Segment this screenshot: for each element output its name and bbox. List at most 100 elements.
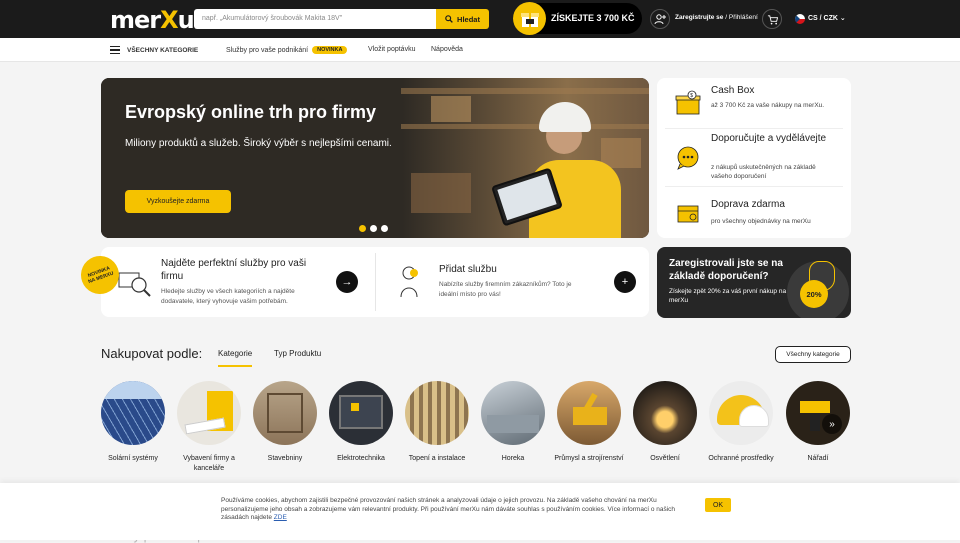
benefit-referral[interactable]: Doporučujte a vydělávejte z nákupů uskut… (665, 129, 843, 187)
category-label: Ochranné prostředky (708, 455, 774, 462)
card-divider (375, 253, 376, 311)
merxu-logo[interactable]: merXu (110, 6, 195, 34)
shop-by-title: Nakupovat podle: (101, 346, 203, 361)
referral-promo[interactable]: Zaregistrovali jste se na základě doporu… (657, 247, 851, 318)
card-title: Přidat službu (439, 264, 497, 275)
cookie-policy-link[interactable]: ZDE (274, 514, 287, 521)
add-user-icon[interactable] (650, 9, 670, 29)
category-label: Topení a instalace (408, 455, 466, 462)
promo-text: Získejte zpět 20% za váš první nákup na … (669, 288, 787, 304)
carousel-dots (359, 225, 388, 232)
new-badge: NOVINKA (312, 46, 348, 54)
category-heating[interactable]: Topení a instalace (405, 381, 469, 464)
benefit-title: Doprava zdarma (711, 199, 785, 210)
category-image (709, 381, 773, 445)
category-image (101, 381, 165, 445)
benefit-text: z nákupů uskutečněných na základě vašeho… (711, 164, 816, 180)
search-button-label: Hledat (457, 14, 480, 24)
benefit-title: Cash Box (711, 85, 755, 96)
category-building[interactable]: Stavebniny (253, 381, 317, 464)
benefit-text: až 3 700 Kč za vaše nákupy na merXu. (711, 102, 825, 109)
try-free-button[interactable]: Vyzkoušejte zdarma (125, 190, 231, 213)
search-icon (445, 15, 453, 23)
chevron-right-icon[interactable]: » (822, 414, 842, 434)
search-input[interactable]: např. „Akumulátorový šroubovák Makita 18… (194, 9, 436, 29)
discount-badge: 20% (800, 280, 828, 308)
promo-title: Zaregistrovali jste se na základě doporu… (669, 258, 783, 282)
chevron-down-icon: ⌄ (839, 15, 846, 22)
plus-icon[interactable]: + (614, 271, 636, 293)
language-currency-label: CS / CZK (808, 15, 838, 22)
cashbox-icon: $ (675, 90, 701, 115)
tab-product-type[interactable]: Typ Produktu (274, 349, 321, 358)
benefit-text: pro všechny objednávky na merXu (711, 218, 811, 225)
carousel-dot-2[interactable] (370, 225, 377, 232)
login-link[interactable]: Přihlášení (729, 14, 758, 21)
category-label: Osvětlení (650, 455, 680, 462)
cookie-text: Používáme cookies, abychom zajistili bez… (221, 497, 686, 523)
category-image (481, 381, 545, 445)
category-electro[interactable]: Elektrotechnika (329, 381, 393, 464)
carousel-dot-1[interactable] (359, 225, 366, 232)
category-image (329, 381, 393, 445)
category-image (253, 381, 317, 445)
hero-subtitle: Miliony produktů a služeb. Široký výběr … (125, 138, 392, 149)
category-image (177, 381, 241, 445)
category-image (786, 381, 850, 445)
benefit-cashbox[interactable]: $ Cash Box až 3 700 Kč za vaše nákupy na… (665, 78, 843, 129)
nav-inquiry[interactable]: Vložit poptávku (368, 46, 415, 53)
category-label: Stavebniny (267, 455, 303, 462)
category-industry[interactable]: Průmysl a strojírenství (554, 381, 624, 464)
cart-icon[interactable] (762, 9, 782, 29)
arrow-right-icon[interactable]: → (336, 271, 358, 293)
cookie-message: Používáme cookies, abychom zajistili bez… (221, 497, 676, 521)
czech-flag-icon[interactable] (795, 14, 805, 24)
person-add-icon (400, 266, 418, 298)
category-label: Solární systémy (108, 455, 158, 462)
cashbox-button[interactable]: ZÍSKEJTE 3 700 KČ (513, 2, 642, 35)
card-title: Najděte perfektní služby pro vaši firmu (161, 258, 307, 282)
search-button[interactable]: Hledat (436, 9, 489, 29)
category-office[interactable]: Vybavení firmy a kanceláře (177, 381, 241, 474)
benefit-free-shipping[interactable]: Doprava zdarma pro všechny objednávky na… (665, 187, 843, 238)
tab-categories[interactable]: Kategorie (218, 349, 253, 367)
svg-text:$: $ (690, 93, 693, 99)
benefit-title: Doporučujte a vydělávejte (711, 133, 827, 144)
gift-box-icon (513, 2, 546, 35)
category-label: Průmysl a strojírenství (554, 455, 624, 462)
category-horeca[interactable]: Horeka (481, 381, 545, 464)
cookie-ok-button[interactable]: OK (705, 498, 731, 512)
register-link[interactable]: Zaregistrujte se (675, 14, 723, 21)
card-text: Hledejte služby ve všech kategoriích a n… (161, 288, 295, 305)
all-categories-button[interactable]: Všechny kategorie (775, 346, 851, 363)
nav-help[interactable]: Nápověda (431, 46, 463, 53)
card-text: Nabízíte služby firemním zákazníkům? Tot… (439, 281, 572, 298)
hero-banner: Evropský online trh pro firmy Miliony pr… (101, 78, 649, 238)
all-categories-menu[interactable]: VŠECHNY KATEGORIE (127, 47, 198, 54)
hero-title: Evropský online trh pro firmy (125, 102, 377, 122)
top-bar: merXu např. „Akumulátorový šroubovák Mak… (0, 0, 960, 38)
nav-services-label: Služby pro vaše podnikání (226, 47, 309, 54)
category-protective[interactable]: Ochranné prostředky (708, 381, 774, 464)
category-lighting[interactable]: Osvětlení (633, 381, 697, 464)
language-currency-selector[interactable]: CS / CZK ⌄ (808, 14, 846, 22)
category-label: Horeka (501, 455, 525, 462)
category-image (557, 381, 621, 445)
category-image (633, 381, 697, 445)
shipping-box-icon (677, 205, 699, 223)
hamburger-icon[interactable] (110, 46, 120, 54)
cookie-banner: Používáme cookies, abychom zajistili bez… (0, 483, 960, 540)
nav-services[interactable]: Služby pro vaše podnikání NOVINKA (226, 46, 348, 54)
register-login-link[interactable]: Zaregistrujte se / Přihlášení (675, 14, 758, 21)
category-label: Elektrotechnika (337, 455, 385, 462)
chat-bubble-icon (677, 146, 699, 170)
category-solar[interactable]: Solární systémy (101, 381, 165, 464)
carousel-dot-3[interactable] (381, 225, 388, 232)
main-nav: VŠECHNY KATEGORIE Služby pro vaše podnik… (0, 38, 960, 62)
category-label: Nářadí (807, 455, 829, 462)
cashbox-label: ZÍSKEJTE 3 700 KČ (551, 13, 635, 23)
services-cards: Najděte perfektní služby pro vaši firmu … (101, 247, 649, 317)
category-label: Vybavení firmy a kanceláře (183, 455, 235, 472)
separator: / (725, 14, 728, 21)
category-image (405, 381, 469, 445)
